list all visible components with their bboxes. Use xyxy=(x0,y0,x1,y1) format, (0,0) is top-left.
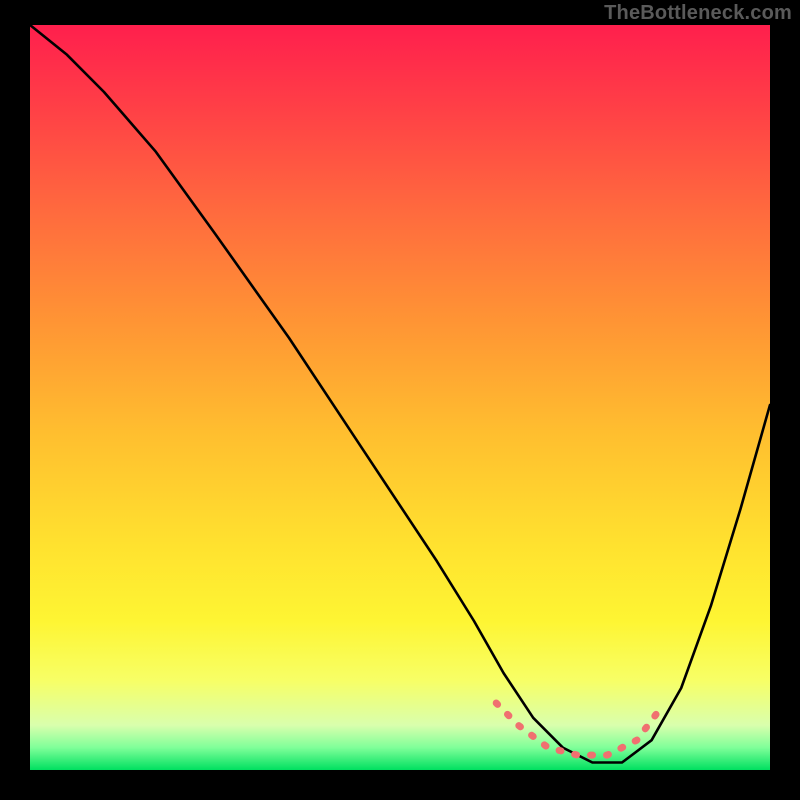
chart-svg xyxy=(30,25,770,770)
dotted-accent-line xyxy=(496,703,659,755)
bottleneck-curve-line xyxy=(30,25,770,763)
page-root: TheBottleneck.com xyxy=(0,0,800,800)
chart-plot-area xyxy=(30,25,770,770)
watermark-text: TheBottleneck.com xyxy=(604,2,792,25)
